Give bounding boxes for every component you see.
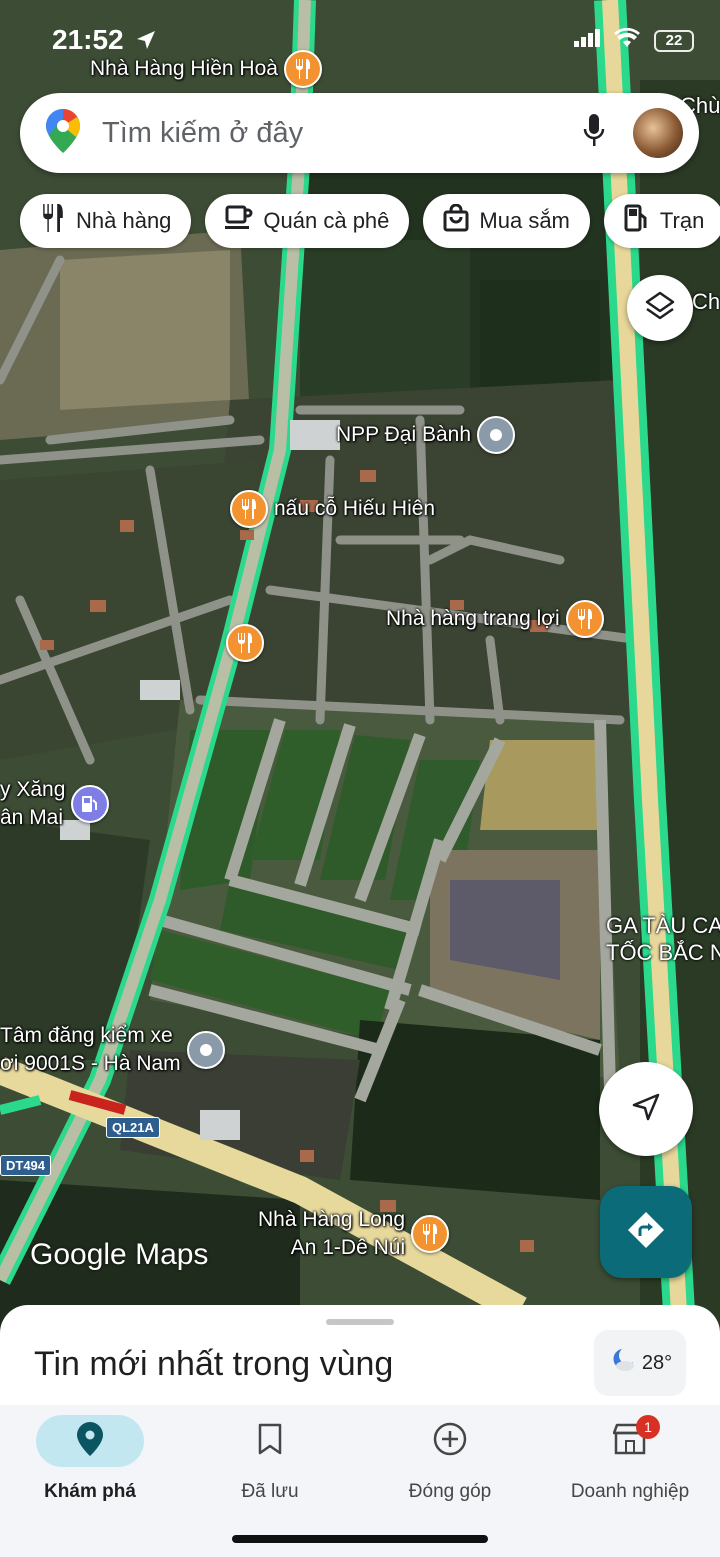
home-indicator[interactable] [232, 1535, 488, 1543]
shopping-bag-icon [443, 203, 469, 238]
poi-restaurant-unnamed[interactable] [226, 624, 264, 662]
nav-label: Doanh nghiệp [570, 1481, 690, 1502]
moon-cloud-icon [608, 1346, 636, 1380]
temperature: 28° [641, 1351, 673, 1374]
poi-nau-co-hieu-hien[interactable]: nấu cỗ Hiếu Hiên [230, 490, 435, 528]
chip-label: Trạn [659, 208, 705, 233]
wifi-icon [614, 27, 640, 53]
fork-knife-icon [411, 1215, 450, 1253]
area-label-ch: Ch [692, 289, 720, 314]
road-shield-dt494: DT494 [0, 1155, 52, 1176]
google-maps-logo: Google Maps [30, 1238, 209, 1271]
poi-label: y Xăng ân Mai [0, 778, 66, 829]
nav-label: Khám phá [44, 1481, 136, 1502]
avatar[interactable] [633, 108, 683, 158]
add-circle-icon [433, 1422, 467, 1461]
chip-coffee[interactable]: Quán cà phê [205, 194, 410, 248]
poi-nha-hang-trang-loi[interactable]: Nhà hàng trang lợi [386, 600, 604, 638]
poi-label: nấu cỗ Hiếu Hiên [274, 497, 436, 520]
layers-button[interactable] [627, 275, 693, 341]
sheet-grabber[interactable] [326, 1319, 394, 1325]
location-dot-icon [477, 416, 516, 454]
gas-station-icon [71, 785, 110, 823]
google-maps-pin-icon [46, 108, 80, 158]
fork-knife-icon [226, 624, 264, 662]
status-bar: 21:52 22 [0, 0, 720, 80]
chip-restaurants[interactable]: Nhà hàng [20, 194, 192, 248]
sheet-title: Tin mới nhất trong vùng [34, 1345, 394, 1383]
nav-contribute-indicator [396, 1415, 504, 1467]
nav-contribute[interactable]: Đóng góp [360, 1415, 540, 1503]
nav-saved[interactable]: Đã lưu [180, 1415, 360, 1503]
cellular-signal-icon [574, 29, 600, 52]
status-time: 21:52 [52, 24, 124, 55]
directions-button[interactable] [600, 1186, 692, 1278]
weather-chip[interactable]: 28° [594, 1330, 686, 1396]
battery-indicator: 22 [654, 29, 694, 52]
poi-label: NPP Đại Bành [336, 423, 472, 446]
my-location-button[interactable] [599, 1062, 693, 1156]
chip-label: Quán cà phê [263, 208, 390, 233]
chip-label: Mua sắm [479, 208, 570, 233]
poi-nha-hang-long-an[interactable]: Nhà Hàng Long An 1-Dê Núi [258, 1206, 450, 1262]
station-label: GA TÀU CA TỐC BẮC NA [606, 913, 720, 965]
nav-business-indicator: 1 [576, 1415, 684, 1467]
directions-icon [626, 1210, 666, 1255]
navigation-arrow-icon [631, 1092, 661, 1127]
chip-shopping[interactable]: Mua sắm [423, 194, 590, 248]
poi-label: Nhà Hàng Long An 1-Dê Núi [258, 1208, 406, 1259]
fork-knife-icon [230, 490, 268, 528]
nav-label: Đã lưu [241, 1481, 299, 1502]
poi-label: Nhà hàng trang lợi [386, 607, 560, 630]
location-dot-icon [186, 1031, 225, 1069]
nav-business[interactable]: 1 Doanh nghiệp [540, 1415, 720, 1503]
fork-knife-icon [40, 204, 66, 238]
search-bar[interactable]: Tìm kiếm ở đây [20, 93, 699, 173]
layers-icon [644, 290, 676, 327]
nav-label: Đóng góp [408, 1481, 492, 1502]
nav-saved-indicator [216, 1415, 324, 1467]
notification-badge: 1 [636, 1415, 660, 1439]
bottom-navigation: Khám phá Đã lưu Đóng góp 1 Doanh nghiệp [0, 1405, 720, 1557]
chip-label: Nhà hàng [76, 208, 172, 233]
poi-gas-station[interactable]: y Xăng ân Mai [0, 776, 110, 832]
bottom-sheet[interactable]: Tin mới nhất trong vùng 28° [0, 1305, 720, 1415]
nav-explore-indicator [36, 1415, 144, 1467]
poi-npp-dai-banh[interactable]: NPP Đại Bành [336, 416, 516, 454]
bookmark-icon [258, 1423, 282, 1460]
category-chips: Nhà hàng Quán cà phê Mua sắm Trạn [20, 194, 720, 248]
search-input[interactable]: Tìm kiếm ở đây [102, 117, 583, 150]
gas-station-icon [624, 204, 650, 238]
coffee-cup-icon [225, 205, 253, 237]
explore-pin-icon [77, 1421, 103, 1461]
poi-dang-kiem-xe[interactable]: Tâm đăng kiểm xe ơi 9001S - Hà Nam [0, 1022, 225, 1078]
chip-gas[interactable]: Trạn [603, 194, 720, 248]
fork-knife-icon [565, 600, 604, 638]
microphone-icon[interactable] [583, 113, 605, 153]
poi-label: Tâm đăng kiểm xe ơi 9001S - Hà Nam [0, 1024, 181, 1075]
nav-explore[interactable]: Khám phá [0, 1415, 180, 1503]
road-shield-ql21a: QL21A [106, 1117, 160, 1138]
location-arrow-icon [136, 30, 156, 55]
